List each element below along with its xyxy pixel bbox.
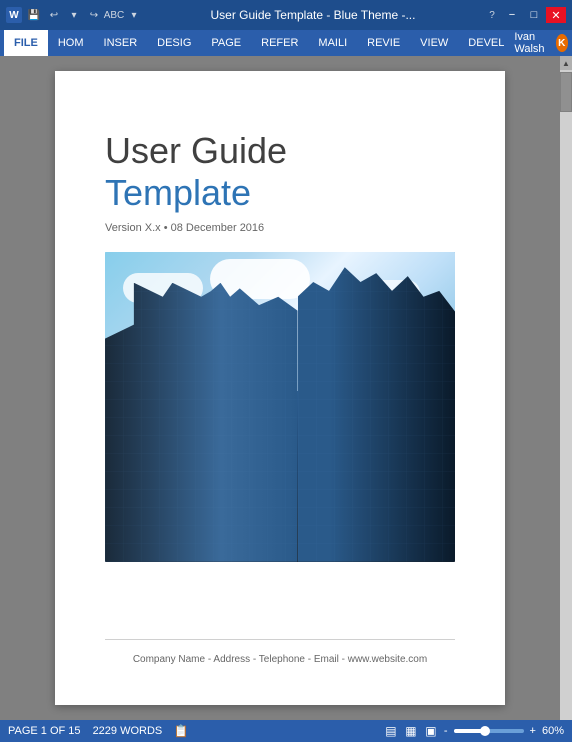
tab-view[interactable]: VIEW [410,30,458,56]
zoom-plus[interactable]: + [530,725,536,737]
minimize-button[interactable]: − [502,7,522,23]
document-page: User Guide Template Version X.x • 08 Dec… [55,71,505,705]
quick-access-dropdown[interactable]: ▾ [126,7,142,23]
layout-icon-1[interactable]: ▤ [384,724,398,738]
building-left [105,283,298,562]
status-bar-right: ▤ ▦ ▣ - + 60% [384,724,564,738]
title-bar-left: W 💾 ↩ ▾ ↪ ABC ▾ [6,7,142,23]
page-footer: Company Name - Address - Telephone - Ema… [105,639,455,665]
zoom-slider-fill [454,729,482,733]
page-title-line1: User Guide [105,131,455,171]
tab-review[interactable]: REVIE [357,30,410,56]
undo-icon[interactable]: ↩ [46,7,62,23]
ribbon: FILE HOM INSER DESIG PAGE REFER MAILI RE… [0,30,572,56]
title-bar-controls: ? − □ ✕ [484,7,566,23]
proofing-icon[interactable]: 📋 [174,724,188,738]
title-bar: W 💾 ↩ ▾ ↪ ABC ▾ User Guide Template - Bl… [0,0,572,30]
scroll-up-arrow[interactable]: ▲ [560,56,572,70]
grid-overlay-left [105,283,298,562]
tab-design[interactable]: DESIG [147,30,201,56]
tab-references[interactable]: REFER [251,30,308,56]
tab-page[interactable]: PAGE [201,30,251,56]
layout-icon-2[interactable]: ▦ [404,724,418,738]
ribbon-tab-bar: FILE HOM INSER DESIG PAGE REFER MAILI RE… [0,30,572,56]
close-button[interactable]: ✕ [546,7,566,23]
page-title-line2: Template [105,171,455,214]
zoom-minus[interactable]: - [444,725,448,737]
building-right [298,267,456,562]
undo-dropdown-icon[interactable]: ▾ [66,7,82,23]
tab-file[interactable]: FILE [4,30,48,56]
status-bar: PAGE 1 OF 15 2229 WORDS 📋 ▤ ▦ ▣ - + 60% [0,720,572,742]
user-name: Ivan Walsh [514,31,551,55]
tab-home[interactable]: HOM [48,30,94,56]
zoom-slider[interactable] [454,729,524,733]
help-button[interactable]: ? [484,7,500,23]
title-bar-title: User Guide Template - Blue Theme -... [211,8,416,22]
word-count: 2229 WORDS [93,725,163,737]
layout-icon-3[interactable]: ▣ [424,724,438,738]
word-icon: W [6,7,22,23]
page-count: PAGE 1 OF 15 [8,725,81,737]
redo-icon[interactable]: ↪ [86,7,102,23]
scroll-thumb[interactable] [560,72,572,112]
zoom-slider-handle[interactable] [480,726,490,736]
tab-mailings[interactable]: MAILI [308,30,357,56]
document-area: User Guide Template Version X.x • 08 Dec… [0,56,572,720]
user-menu[interactable]: Ivan Walsh K [514,31,568,55]
page-version: Version X.x • 08 December 2016 [105,222,455,234]
spelling-icon[interactable]: ABC [106,7,122,23]
user-avatar: K [556,34,568,52]
vertical-scrollbar[interactable]: ▲ [560,56,572,720]
maximize-button[interactable]: □ [524,7,544,23]
grid-overlay-right [298,267,456,562]
document-scroll[interactable]: User Guide Template Version X.x • 08 Dec… [0,56,560,720]
cover-image [105,252,455,562]
zoom-level: 60% [542,725,564,737]
save-icon[interactable]: 💾 [26,7,42,23]
tab-developer[interactable]: DEVEL [458,30,514,56]
tab-insert[interactable]: INSER [94,30,148,56]
